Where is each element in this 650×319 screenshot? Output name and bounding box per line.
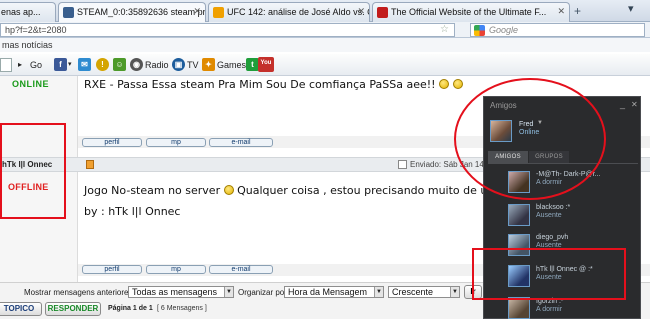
post-link-icon[interactable] xyxy=(398,160,407,169)
mail-icon[interactable]: ✉ xyxy=(78,58,91,71)
sort-by-select[interactable]: Hora da Mensagem ▼ xyxy=(284,286,384,298)
new-topic-button[interactable]: TOPICO xyxy=(0,302,42,316)
annotation-box xyxy=(0,123,66,219)
sort-label: Organizar por xyxy=(238,288,287,297)
chevron-down-icon: ▼ xyxy=(374,287,383,297)
bookmark-link[interactable]: mas notícias xyxy=(2,40,53,50)
profile-button[interactable]: perfil xyxy=(82,265,142,274)
tv-button[interactable]: TV xyxy=(187,60,199,70)
games-icon[interactable]: ✦ xyxy=(202,58,215,71)
post-text: RXE - Passa Essa steam Pra Mim Sou De co… xyxy=(84,78,436,91)
post-message: RXE - Passa Essa steam Pra Mim Sou De co… xyxy=(84,78,463,91)
addon-toolbar: ▸ Go f ▾ ✉ ! ☺ ◉ Radio ▣ TV ✦ Games t Yo… xyxy=(0,54,650,76)
games-button[interactable]: Games xyxy=(217,60,246,70)
annotation-ellipse xyxy=(454,78,606,200)
post-count: [ 6 Mensagens ] xyxy=(157,305,207,312)
ufc-favicon-icon xyxy=(377,7,388,18)
address-bar: hp?f=2&t=2080 ☆ Google xyxy=(0,22,650,38)
youtube-icon[interactable]: You xyxy=(258,57,274,72)
pm-button[interactable]: mp xyxy=(146,265,206,274)
friend-name[interactable]: diego_pvh xyxy=(536,234,568,241)
annotation-box xyxy=(472,248,626,300)
facebook-icon[interactable]: f xyxy=(54,58,67,71)
chevron-down-icon[interactable]: ▾ xyxy=(68,60,72,68)
friend-name[interactable]: blacksoo :* xyxy=(536,204,570,211)
radio-icon[interactable]: ◉ xyxy=(130,58,143,71)
show-posts-select[interactable]: Todas as mensagens ▼ xyxy=(128,286,234,298)
browser-tab-strip: enas ap... STEAM_0:0:35892636 steam pra … xyxy=(0,0,650,22)
tab-label: STEAM_0:0:35892636 steam pra empr... xyxy=(77,7,206,17)
post-signature: by : hTk l|l Onnec xyxy=(84,205,181,218)
tab-label: The Official Website of the Ultimate F..… xyxy=(391,7,547,17)
new-tab-icon[interactable]: + xyxy=(574,4,588,20)
user-icon[interactable]: ☺ xyxy=(113,58,126,71)
bookmark-star-icon[interactable]: ☆ xyxy=(440,24,449,35)
smiley-icon xyxy=(439,79,450,89)
friend-status: Ausente xyxy=(536,212,562,219)
friend-status: A dormir xyxy=(536,306,563,313)
chevron-down-icon: ▼ xyxy=(224,287,233,297)
select-value: Hora da Mensagem xyxy=(288,287,368,297)
tv-icon[interactable]: ▣ xyxy=(172,58,185,71)
steam-favicon-icon xyxy=(63,7,74,18)
close-icon[interactable]: ✕ xyxy=(193,6,201,17)
arrow-icon: ▸ xyxy=(18,60,23,69)
notification-icon[interactable]: ! xyxy=(96,58,109,71)
minimize-icon[interactable]: _ xyxy=(620,99,625,109)
search-input[interactable]: Google xyxy=(470,23,645,37)
chevron-down-icon[interactable]: ▾ xyxy=(628,2,634,15)
bookmarks-bar: mas notícias xyxy=(0,38,650,52)
avatar[interactable] xyxy=(508,297,530,319)
google-icon xyxy=(474,25,485,36)
search-placeholder: Google xyxy=(489,25,519,35)
close-icon[interactable]: ✕ xyxy=(357,6,365,17)
post-text: Qualquer coisa , estou precisando muito … xyxy=(237,184,505,197)
browser-tab[interactable]: The Official Website of the Ultimate F..… xyxy=(372,2,570,22)
close-icon[interactable]: ✕ xyxy=(557,6,565,17)
email-button[interactable]: e-mail xyxy=(209,138,273,147)
tab-label: UFC 142: análise de José Aldo vs. Cha... xyxy=(227,7,369,17)
avatar[interactable] xyxy=(508,204,530,226)
browser-tab[interactable]: enas ap... xyxy=(0,2,56,22)
post-message: Jogo No-steam no server Qualquer coisa ,… xyxy=(84,184,505,197)
select-value: Crescente xyxy=(392,287,434,297)
chevron-down-icon: ▼ xyxy=(450,287,459,297)
smiley-icon xyxy=(452,79,463,89)
show-posts-label: Mostrar mensagens anteriores: xyxy=(24,288,135,297)
url-field[interactable]: hp?f=2&t=2080 xyxy=(0,23,455,37)
reply-button[interactable]: RESPONDER xyxy=(45,302,101,316)
email-button[interactable]: e-mail xyxy=(209,265,273,274)
select-value: Todas as mensagens xyxy=(132,287,218,297)
toolbar-search-box[interactable] xyxy=(0,58,12,72)
post-text: Jogo No-steam no server xyxy=(84,184,221,197)
uol-favicon-icon xyxy=(213,7,224,18)
pm-button[interactable]: mp xyxy=(146,138,206,147)
radio-button[interactable]: Radio xyxy=(145,60,169,70)
pagination: Página 1 de 1 xyxy=(108,305,153,312)
post-icon xyxy=(86,160,94,169)
sort-direction-select[interactable]: Crescente ▼ xyxy=(388,286,460,298)
browser-tab[interactable]: UFC 142: análise de José Aldo vs. Cha...… xyxy=(208,2,370,22)
profile-button[interactable]: perfil xyxy=(82,138,142,147)
browser-tab[interactable]: STEAM_0:0:35892636 steam pra empr... ✕ xyxy=(58,2,206,22)
smiley-icon xyxy=(223,185,234,195)
online-status: ONLINE xyxy=(12,79,50,89)
close-icon[interactable]: ✕ xyxy=(631,100,638,109)
tab-label: enas ap... xyxy=(1,7,41,17)
go-button[interactable]: Go xyxy=(30,60,42,70)
